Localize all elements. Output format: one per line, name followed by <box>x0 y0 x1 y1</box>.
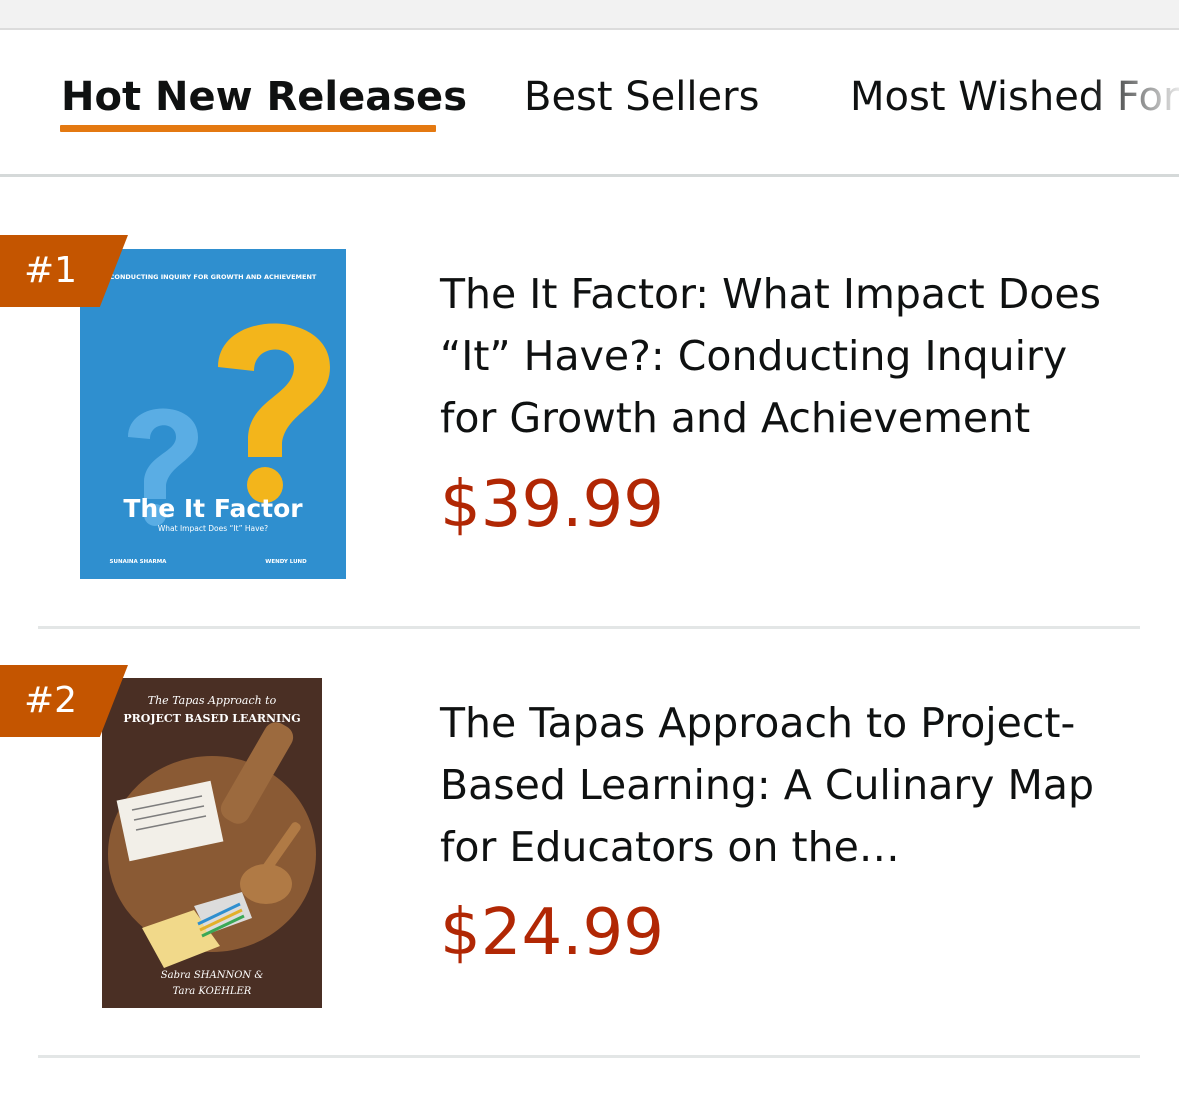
product-title[interactable]: The Tapas Approach to Project-Based Lear… <box>440 692 1120 878</box>
tab-hot-new-releases[interactable]: Hot New Releases <box>61 72 467 122</box>
cover-subtitle: What Impact Does “It” Have? <box>158 524 268 533</box>
cover-author-right: WENDY LUND <box>265 559 307 565</box>
cover-top-text: CONDUCTING INQUIRY FOR GROWTH AND ACHIEV… <box>110 273 317 281</box>
item-divider <box>38 1055 1140 1058</box>
cover-top-text: The Tapas Approach to <box>148 694 277 707</box>
product-price: $24.99 <box>440 896 664 970</box>
cover-title: The It Factor <box>123 494 303 523</box>
active-tab-indicator <box>60 125 436 132</box>
product-title[interactable]: The It Factor: What Impact Does “It” Hav… <box>440 263 1120 449</box>
top-strip <box>0 0 1179 30</box>
tab-overflow-fade <box>1089 60 1179 130</box>
book-cover-image[interactable]: CONDUCTING INQUIRY FOR GROWTH AND ACHIEV… <box>80 249 346 579</box>
list-item[interactable]: #2 The Tapas Approach to PROJECT BASED L… <box>0 630 1179 1060</box>
cover-author-line-1: Sabra SHANNON & <box>161 970 264 981</box>
cover-author-line-2: Tara KOEHLER <box>173 986 252 997</box>
list-item[interactable]: #1 CONDUCTING INQUIRY FOR GROWTH AND ACH… <box>0 176 1179 630</box>
tab-best-sellers[interactable]: Best Sellers <box>524 72 759 122</box>
product-price: $39.99 <box>440 468 664 542</box>
tab-bar: Hot New Releases Best Sellers Most Wishe… <box>0 30 1179 177</box>
item-divider <box>38 626 1140 629</box>
book-cover-image[interactable]: The Tapas Approach to PROJECT BASED LEAR… <box>102 678 322 1008</box>
cover-author-left: SUNAINA SHARMA <box>110 559 168 565</box>
